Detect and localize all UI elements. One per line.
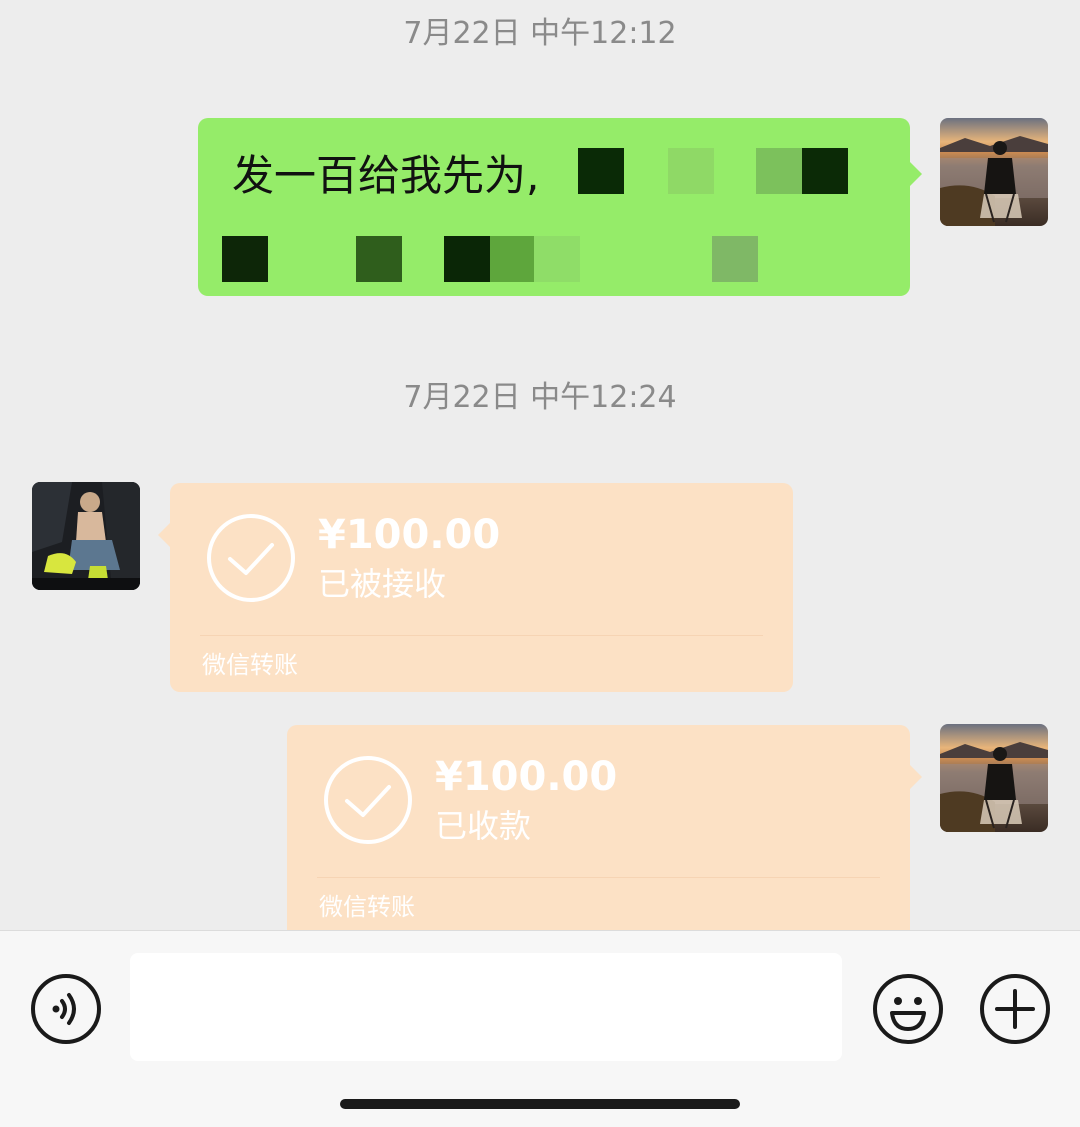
transfer-amount: ¥100.00 xyxy=(435,754,618,800)
transfer-status: 已收款 xyxy=(435,807,532,845)
plus-icon[interactable] xyxy=(979,973,1051,1045)
redacted-block xyxy=(222,236,268,282)
redacted-block xyxy=(712,236,758,282)
contact-avatar[interactable] xyxy=(32,482,140,590)
transfer-card-sent[interactable]: ¥100.00 已收款 微信转账 xyxy=(287,725,922,930)
check-circle-icon xyxy=(324,756,412,844)
input-bar xyxy=(0,930,1080,1127)
timestamp: 7月22日 中午12:12 xyxy=(403,16,677,51)
chat-area[interactable]: 7月22日 中午12:12 发一百给我先为, 7月22日 中午12:24 ¥10… xyxy=(0,0,1080,930)
transfer-label: 微信转账 xyxy=(202,651,298,679)
self-avatar[interactable] xyxy=(940,118,1048,226)
transfer-status: 已被接收 xyxy=(318,565,447,603)
divider xyxy=(200,635,763,636)
divider xyxy=(317,877,880,878)
sent-message-bubble[interactable]: 发一百给我先为, xyxy=(198,118,922,296)
message-input[interactable] xyxy=(130,953,842,1061)
redacted-block xyxy=(802,148,848,194)
redacted-block xyxy=(756,148,802,194)
check-circle-icon xyxy=(207,514,295,602)
self-avatar[interactable] xyxy=(940,724,1048,832)
redacted-block xyxy=(490,236,536,282)
home-indicator[interactable] xyxy=(340,1099,740,1109)
redacted-block xyxy=(578,148,624,194)
redacted-block xyxy=(444,236,490,282)
transfer-card-received[interactable]: ¥100.00 已被接收 微信转账 xyxy=(158,483,793,692)
timestamp: 7月22日 中午12:24 xyxy=(403,380,677,415)
emoji-icon[interactable] xyxy=(872,973,944,1045)
redacted-block xyxy=(356,236,402,282)
transfer-label: 微信转账 xyxy=(319,893,415,921)
redacted-block xyxy=(534,236,580,282)
sent-message-text: 发一百给我先为, xyxy=(232,151,540,200)
redacted-block xyxy=(668,148,714,194)
voice-icon[interactable] xyxy=(30,973,102,1045)
transfer-amount: ¥100.00 xyxy=(318,512,501,558)
